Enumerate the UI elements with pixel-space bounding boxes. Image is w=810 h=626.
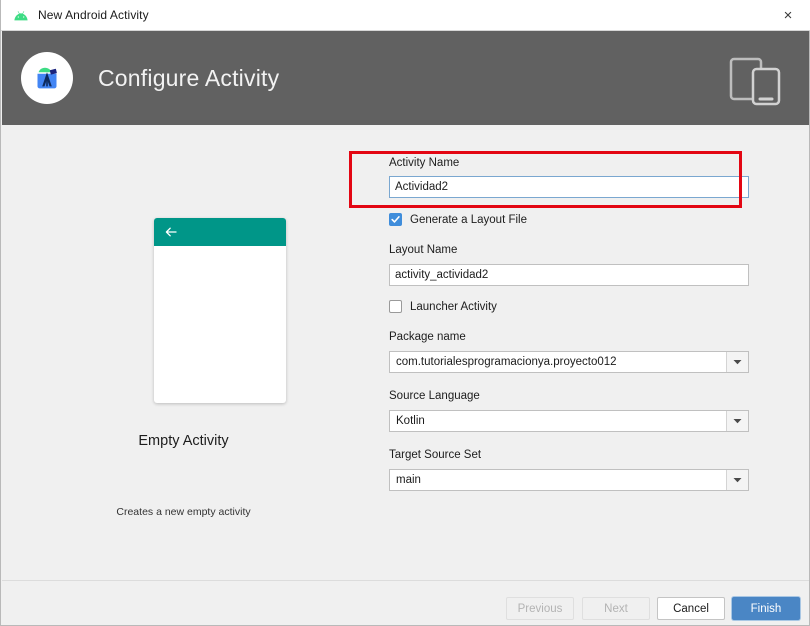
tablet-and-phone-icon xyxy=(727,55,787,107)
source-language-value: Kotlin xyxy=(396,415,425,427)
back-arrow-icon xyxy=(164,225,178,239)
target-source-set-value: main xyxy=(396,474,421,486)
android-studio-logo-icon xyxy=(21,52,73,104)
template-preview-panel: Empty Activity Creates a new empty activ… xyxy=(2,125,365,580)
window-titlebar: New Android Activity × xyxy=(1,0,810,31)
configure-activity-form: Activity Name Generate a Layout File Lay… xyxy=(365,125,809,580)
layout-name-label: Layout Name xyxy=(389,244,458,256)
generate-layout-checkbox-row[interactable]: Generate a Layout File xyxy=(389,213,527,226)
source-language-combobox[interactable]: Kotlin xyxy=(389,410,749,432)
layout-name-input[interactable] xyxy=(389,264,749,286)
preview-appbar xyxy=(154,218,286,246)
package-name-label: Package name xyxy=(389,331,466,343)
generate-layout-checkbox[interactable] xyxy=(389,213,402,226)
dialog-body: Empty Activity Creates a new empty activ… xyxy=(2,125,809,580)
template-name: Empty Activity xyxy=(138,433,229,449)
chevron-down-icon[interactable] xyxy=(726,352,748,372)
launcher-activity-checkbox-row[interactable]: Launcher Activity xyxy=(389,300,497,313)
template-description: Creates a new empty activity xyxy=(116,506,251,518)
dialog-footer: Previous Next Cancel Finish xyxy=(2,580,809,625)
chevron-down-icon[interactable] xyxy=(726,470,748,490)
finish-button[interactable]: Finish xyxy=(732,597,800,620)
cancel-button[interactable]: Cancel xyxy=(657,597,725,620)
page-title: Configure Activity xyxy=(98,64,280,91)
chevron-down-icon[interactable] xyxy=(726,411,748,431)
close-icon[interactable]: × xyxy=(765,0,810,30)
target-source-set-label: Target Source Set xyxy=(389,449,482,461)
previous-button[interactable]: Previous xyxy=(506,597,574,620)
generate-layout-label: Generate a Layout File xyxy=(410,213,527,226)
dialog-header: Configure Activity xyxy=(2,31,809,125)
activity-name-input[interactable] xyxy=(389,176,749,198)
launcher-activity-checkbox[interactable] xyxy=(389,300,402,313)
window-title: New Android Activity xyxy=(38,8,149,22)
source-language-label: Source Language xyxy=(389,390,480,402)
activity-preview-card xyxy=(154,218,286,403)
next-button[interactable]: Next xyxy=(582,597,650,620)
android-icon xyxy=(12,6,30,24)
new-android-activity-dialog: New Android Activity × Configure Activit… xyxy=(0,0,810,626)
launcher-activity-label: Launcher Activity xyxy=(410,300,497,313)
package-name-value: com.tutorialesprogramacionya.proyecto012 xyxy=(396,356,617,368)
target-source-set-combobox[interactable]: main xyxy=(389,469,749,491)
activity-name-label: Activity Name xyxy=(389,157,460,169)
package-name-combobox[interactable]: com.tutorialesprogramacionya.proyecto012 xyxy=(389,351,749,373)
